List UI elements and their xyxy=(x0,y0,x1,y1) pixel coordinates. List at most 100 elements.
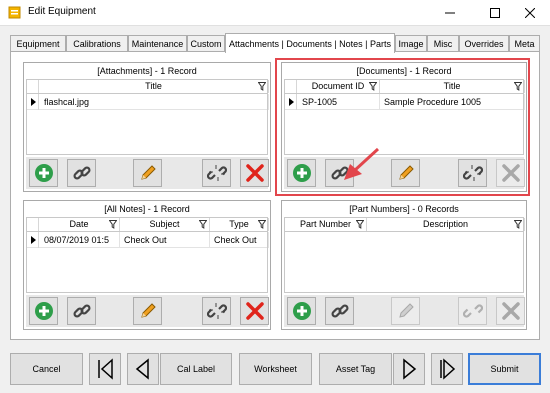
tab-image[interactable]: Image xyxy=(395,35,427,52)
attachments-caption: [Attachments] - 1 Record xyxy=(97,66,197,76)
next-record-button[interactable] xyxy=(393,353,425,385)
close-icon xyxy=(525,8,535,18)
pencil-icon xyxy=(398,303,414,318)
attachments-toolbar xyxy=(26,157,269,189)
cell-title[interactable]: flashcal.jpg xyxy=(41,94,269,110)
row-header-corner xyxy=(27,80,39,93)
part-numbers-grid[interactable]: Part Number Description xyxy=(284,217,525,293)
broken-link-icon xyxy=(462,304,483,318)
pencil-icon xyxy=(140,303,156,318)
unlink-note-button[interactable] xyxy=(202,297,231,325)
red-x-icon xyxy=(245,302,264,320)
notes-grid[interactable]: Date Subject Type 08/07/2019 01:5 Check … xyxy=(26,217,269,293)
next-record-icon xyxy=(403,358,417,380)
tab-calibrations[interactable]: Calibrations xyxy=(66,35,128,52)
first-record-icon xyxy=(98,358,113,380)
tab-overrides[interactable]: Overrides xyxy=(459,35,509,52)
plus-circle-icon xyxy=(34,164,53,182)
cancel-button[interactable]: Cancel xyxy=(10,353,83,385)
tab-misc[interactable]: Misc xyxy=(427,35,459,52)
attachments-panel: [Attachments] - 1 Record Title flashcal.… xyxy=(23,62,271,192)
column-header-description[interactable]: Description xyxy=(367,218,525,231)
edit-part-number-button[interactable] xyxy=(391,297,420,325)
tab-custom[interactable]: Custom xyxy=(187,35,225,52)
documents-highlight-box xyxy=(275,58,530,196)
funnel-icon[interactable] xyxy=(514,220,522,229)
chain-link-icon xyxy=(72,304,91,318)
link-note-button[interactable] xyxy=(67,297,96,325)
attachments-grid[interactable]: Title flashcal.jpg xyxy=(26,79,269,155)
column-header-subject[interactable]: Subject xyxy=(120,218,210,231)
row-header-corner xyxy=(27,218,39,231)
previous-record-button[interactable] xyxy=(127,353,159,385)
row-selector[interactable] xyxy=(27,232,39,248)
part-numbers-panel: [Part Numbers] - 0 Records Part Number D… xyxy=(281,200,527,330)
column-header-date[interactable]: Date xyxy=(39,218,120,231)
cell-type[interactable]: Check Out xyxy=(211,232,269,248)
worksheet-button[interactable]: Worksheet xyxy=(239,353,312,385)
edit-attachment-button[interactable] xyxy=(133,159,162,187)
red-x-icon xyxy=(245,164,264,182)
title-bar: Edit Equipment xyxy=(0,0,550,26)
cell-date[interactable]: 08/07/2019 01:5 xyxy=(41,232,120,248)
grid-header: Part Number Description xyxy=(285,218,525,232)
delete-attachment-button[interactable] xyxy=(240,159,269,187)
red-arrow-annotation xyxy=(344,147,380,180)
tab-equipment[interactable]: Equipment xyxy=(10,35,66,52)
chain-link-icon xyxy=(72,166,91,180)
edit-note-button[interactable] xyxy=(133,297,162,325)
close-button[interactable] xyxy=(510,0,550,26)
asset-tag-button[interactable]: Asset Tag xyxy=(319,353,392,385)
funnel-icon[interactable] xyxy=(258,220,266,229)
column-header-title[interactable]: Title xyxy=(39,80,269,93)
maximize-button[interactable] xyxy=(475,0,515,26)
column-header-type[interactable]: Type xyxy=(210,218,269,231)
unlink-part-number-button[interactable] xyxy=(458,297,487,325)
part-numbers-caption: [Part Numbers] - 0 Records xyxy=(349,204,459,214)
plus-circle-icon xyxy=(34,302,53,320)
part-numbers-toolbar xyxy=(284,295,525,327)
funnel-icon[interactable] xyxy=(356,220,364,229)
broken-link-icon xyxy=(206,165,227,181)
notes-caption: [All Notes] - 1 Record xyxy=(104,204,190,214)
column-header-part-number[interactable]: Part Number xyxy=(285,218,367,231)
last-record-button[interactable] xyxy=(431,353,463,385)
tab-attachments-documents-notes-parts[interactable]: Attachments | Documents | Notes | Parts xyxy=(225,33,395,53)
minimize-button[interactable] xyxy=(430,0,470,26)
add-part-number-button[interactable] xyxy=(287,297,316,325)
table-row[interactable]: 08/07/2019 01:5 Check Out Check Out xyxy=(27,232,269,248)
add-note-button[interactable] xyxy=(29,297,58,325)
funnel-icon[interactable] xyxy=(109,220,117,229)
grid-header: Title xyxy=(27,80,269,94)
notes-panel: [All Notes] - 1 Record Date Subject Type… xyxy=(23,200,271,330)
funnel-icon[interactable] xyxy=(199,220,207,229)
cal-label-button[interactable]: Cal Label xyxy=(160,353,232,385)
plus-circle-icon xyxy=(292,302,311,320)
table-row[interactable]: flashcal.jpg xyxy=(27,94,269,110)
delete-part-number-button[interactable] xyxy=(496,297,525,325)
notes-toolbar xyxy=(26,295,269,327)
add-attachment-button[interactable] xyxy=(29,159,58,187)
maximize-icon xyxy=(490,8,500,18)
chain-link-icon xyxy=(330,304,349,318)
last-record-icon xyxy=(440,358,456,380)
minimize-icon xyxy=(445,12,455,14)
funnel-icon[interactable] xyxy=(258,82,266,91)
pencil-icon xyxy=(140,165,156,180)
grid-header: Date Subject Type xyxy=(27,218,269,232)
app-icon xyxy=(8,6,21,19)
broken-link-icon xyxy=(206,303,227,319)
link-attachment-button[interactable] xyxy=(67,159,96,187)
first-record-button[interactable] xyxy=(89,353,121,385)
delete-note-button[interactable] xyxy=(240,297,269,325)
row-selector[interactable] xyxy=(27,94,39,110)
tab-maintenance[interactable]: Maintenance xyxy=(128,35,187,52)
cell-subject[interactable]: Check Out xyxy=(121,232,210,248)
previous-record-icon xyxy=(135,358,149,380)
window-title: Edit Equipment xyxy=(28,6,96,17)
tab-strip: Equipment Calibrations Maintenance Custo… xyxy=(10,33,540,53)
submit-button[interactable]: Submit xyxy=(468,353,541,385)
unlink-attachment-button[interactable] xyxy=(202,159,231,187)
tab-meta[interactable]: Meta xyxy=(509,35,540,52)
link-part-number-button[interactable] xyxy=(325,297,354,325)
